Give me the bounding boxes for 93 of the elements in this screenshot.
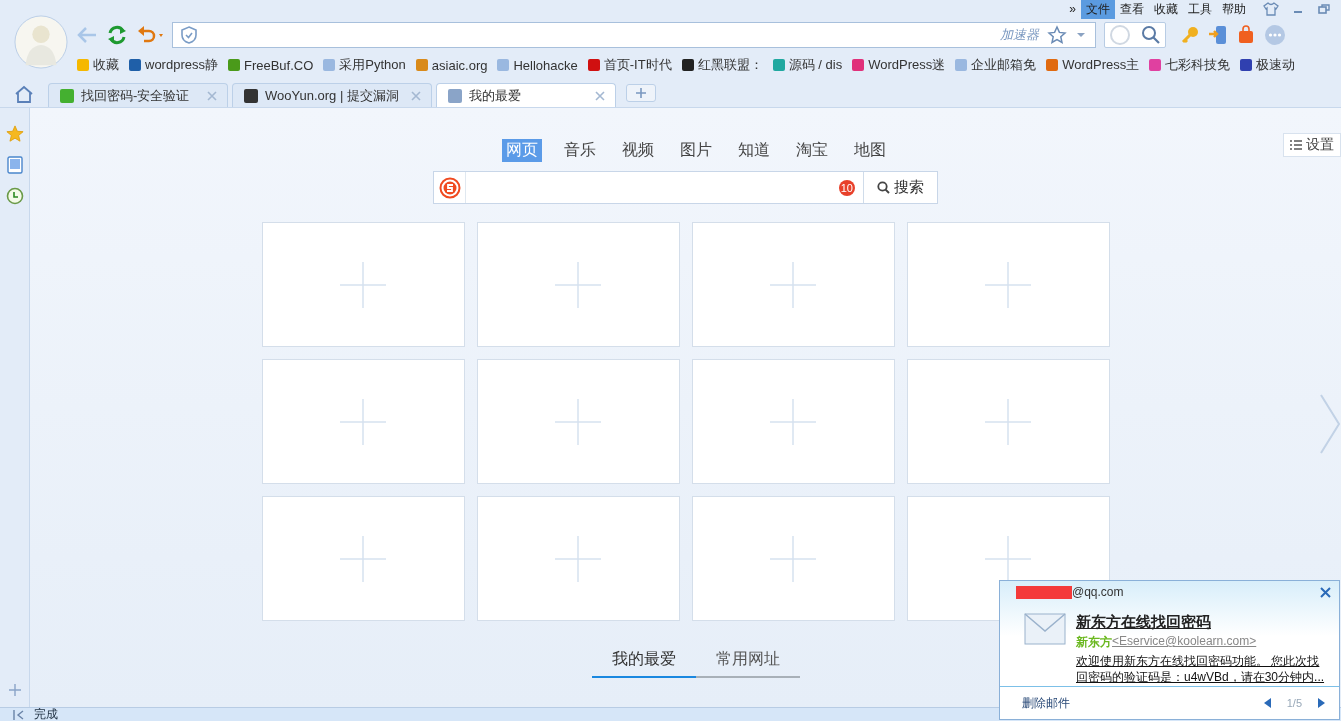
- section-tab[interactable]: 我的最爱: [591, 645, 696, 678]
- menu-item[interactable]: 文件: [1081, 0, 1115, 19]
- bookmark-item[interactable]: 企业邮箱免: [954, 56, 1037, 74]
- search-engine-field[interactable]: [1104, 22, 1166, 48]
- add-site-tile[interactable]: [476, 359, 680, 484]
- bookmark-item[interactable]: 源码 / dis: [771, 56, 843, 74]
- close-icon[interactable]: [594, 90, 605, 101]
- plus-icon: [340, 535, 386, 582]
- add-icon[interactable]: [7, 683, 22, 697]
- more-icon[interactable]: [1264, 24, 1286, 46]
- account-email: @qq.com: [1072, 585, 1124, 599]
- bookmark-item[interactable]: wordpress静: [128, 56, 218, 74]
- menu-item[interactable]: »: [1064, 1, 1081, 17]
- clock-icon[interactable]: [5, 187, 24, 205]
- collapse-icon[interactable]: [12, 709, 26, 720]
- shield-icon: [181, 26, 197, 44]
- menu-item[interactable]: 工具: [1183, 0, 1217, 19]
- search-category-tab[interactable]: 地图: [849, 139, 890, 162]
- back-icon[interactable]: [76, 25, 98, 45]
- star-icon[interactable]: [1047, 25, 1067, 45]
- bookmark-item[interactable]: WordPress主: [1045, 56, 1140, 74]
- key-icon[interactable]: [1180, 25, 1200, 45]
- sender-address: <Eservice@koolearn.com>: [1112, 634, 1257, 650]
- plus-icon: [555, 398, 601, 445]
- menu-item[interactable]: 帮助: [1217, 0, 1251, 19]
- bookmark-item[interactable]: 首页-IT时代: [586, 56, 672, 74]
- page-counter: 1/5: [1285, 697, 1303, 709]
- search-category-tab[interactable]: 视频: [617, 139, 658, 162]
- plus-icon: [770, 398, 816, 445]
- envelope-icon: [1024, 613, 1066, 645]
- plus-icon: [770, 261, 816, 308]
- menu-item[interactable]: 查看: [1115, 0, 1149, 19]
- tablet-icon[interactable]: [1208, 25, 1228, 45]
- add-site-tile[interactable]: [261, 359, 465, 484]
- bookmark-item[interactable]: 红黑联盟：: [680, 56, 763, 74]
- mail-subject-link[interactable]: 新东方在线找回密码: [1076, 613, 1331, 632]
- status-text: 完成: [34, 708, 58, 721]
- close-icon[interactable]: [1320, 586, 1331, 598]
- refresh-icon[interactable]: [106, 24, 128, 46]
- add-site-tile[interactable]: [906, 359, 1110, 484]
- previous-icon[interactable]: [1263, 698, 1271, 708]
- plus-icon: [635, 88, 646, 98]
- bookmark-item[interactable]: Hellohacke: [496, 57, 578, 73]
- settings-button[interactable]: 设置: [1283, 133, 1341, 157]
- browser-tab[interactable]: 我的最爱: [435, 83, 616, 107]
- browser-tab[interactable]: WooYun.org | 提交漏洞: [232, 83, 432, 107]
- bookmark-item[interactable]: WordPress迷: [851, 56, 946, 74]
- bookmark-item[interactable]: 七彩科技免: [1148, 56, 1231, 74]
- section-tab[interactable]: 常用网址: [695, 645, 800, 678]
- mail-preview-link[interactable]: 欢迎使用新东方在线找回密码功能。 您此次找回密码的验证码是：u4wVBd，请在30分钟内...: [1076, 653, 1331, 685]
- add-site-tile[interactable]: [906, 222, 1110, 347]
- undo-icon[interactable]: [136, 25, 164, 45]
- add-site-tile[interactable]: [691, 496, 895, 621]
- bookmark-item[interactable]: 极速动: [1239, 56, 1296, 74]
- plus-icon: [985, 261, 1031, 308]
- plus-icon: [985, 535, 1031, 582]
- star-icon[interactable]: [5, 125, 24, 143]
- bookmark-item[interactable]: asiaic.org: [414, 57, 488, 73]
- menu-item[interactable]: 收藏: [1149, 0, 1183, 19]
- search-category-tab[interactable]: 淘宝: [791, 139, 832, 162]
- plus-icon: [555, 261, 601, 308]
- plus-icon: [770, 535, 816, 582]
- shirt-icon[interactable]: [1263, 2, 1279, 16]
- tablet-icon[interactable]: [6, 156, 23, 174]
- search-category-tab[interactable]: 音乐: [559, 139, 600, 162]
- add-site-tile[interactable]: [476, 496, 680, 621]
- plus-icon: [340, 398, 386, 445]
- plus-icon: [985, 398, 1031, 445]
- list-icon: [1290, 140, 1302, 150]
- search-icon[interactable]: [1141, 25, 1161, 45]
- next-page-icon[interactable]: [1319, 393, 1341, 455]
- sender-name: 新东方: [1076, 634, 1112, 651]
- restore-icon[interactable]: [1317, 3, 1331, 15]
- add-site-tile[interactable]: [261, 496, 465, 621]
- search-category-tab[interactable]: 知道: [733, 139, 774, 162]
- add-site-tile[interactable]: [476, 222, 680, 347]
- delete-mail-link[interactable]: 删除邮件: [1022, 694, 1070, 712]
- dropdown-icon[interactable]: [1075, 31, 1087, 39]
- avatar-icon[interactable]: [14, 15, 68, 69]
- plus-icon: [555, 535, 601, 582]
- new-tab-button[interactable]: [625, 84, 656, 102]
- plus-icon: [340, 261, 386, 308]
- add-site-tile[interactable]: [691, 222, 895, 347]
- bookmark-item[interactable]: 收藏: [76, 56, 119, 74]
- search-category-tab[interactable]: 图片: [675, 139, 716, 162]
- next-icon[interactable]: [1318, 698, 1325, 708]
- browser-tab[interactable]: 找回密码-安全验证: [48, 83, 228, 107]
- add-site-tile[interactable]: [261, 222, 465, 347]
- bookmark-item[interactable]: FreeBuf.CO: [226, 57, 314, 73]
- home-icon[interactable]: [14, 85, 34, 103]
- bookmark-item[interactable]: 采用Python: [322, 56, 406, 74]
- redaction-bar: [1016, 585, 1072, 599]
- add-site-tile[interactable]: [691, 359, 895, 484]
